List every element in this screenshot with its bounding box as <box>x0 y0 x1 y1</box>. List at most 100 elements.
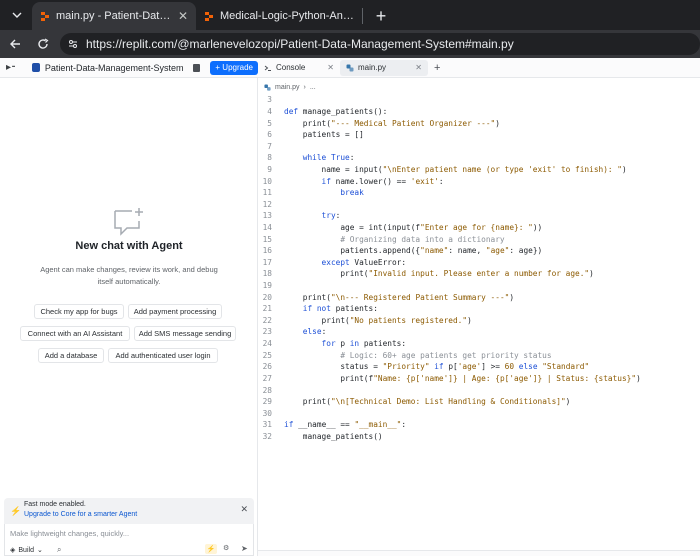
breadcrumb-file[interactable]: main.py <box>275 84 300 91</box>
tab-console[interactable]: Console ✕ <box>258 60 340 76</box>
python-icon <box>346 64 354 71</box>
screen: main.py - Patient-Data-Manageme ✕ Medica… <box>0 0 700 556</box>
stop-icon[interactable] <box>193 63 201 72</box>
attach-icon[interactable]: ⌕ <box>57 545 61 555</box>
code-line: 12 <box>262 199 272 209</box>
replit-favicon-icon <box>205 12 213 21</box>
breadcrumb-separator: › <box>303 83 306 91</box>
back-button[interactable] <box>2 31 28 57</box>
chat-title: New chat with Agent <box>75 240 183 252</box>
browser-toolbar: https://replit.com/@marlenevelozopi/Pati… <box>0 30 700 58</box>
code-line: 20 print("\n--- Registered Patient Summa… <box>262 292 515 302</box>
editor-status-bar <box>258 550 700 556</box>
code-line: 25 # Logic: 60+ age patients get priorit… <box>262 350 552 360</box>
tab-search-button[interactable] <box>4 2 30 28</box>
replit-favicon-icon <box>41 12 49 21</box>
code-line: 24 for p in patients: <box>262 339 407 349</box>
upgrade-button[interactable]: + Upgrade <box>210 60 258 75</box>
new-tab-button[interactable]: + <box>369 4 393 28</box>
browser-tab-title: Medical-Logic-Python-Analysis - R <box>220 10 354 22</box>
build-icon: ◈ <box>10 547 16 554</box>
code-line: 7 <box>267 141 272 151</box>
panel-tabs: Console ✕ main.py ✕ + <box>258 58 700 78</box>
upgrade-link[interactable]: Upgrade to Core for a smarter Agent <box>24 511 137 518</box>
browser-tab-strip: main.py - Patient-Data-Manageme ✕ Medica… <box>0 0 700 30</box>
reload-icon <box>38 38 49 49</box>
code-line: 13 try: <box>262 211 341 221</box>
code-line: 31 if __name__ == "__main__": <box>262 420 407 430</box>
console-icon <box>264 65 271 71</box>
project-icon <box>32 63 40 72</box>
code-line: 3 <box>267 95 272 105</box>
code-line: 22 print("No patients registered.") <box>262 315 472 325</box>
code-line: 18 print("Invalid input. Please enter a … <box>262 269 594 279</box>
project-name[interactable]: Patient-Data-Management-System <box>45 63 184 73</box>
settings-icon[interactable]: ⚙ <box>223 544 229 552</box>
breadcrumb: main.py › ... <box>258 80 316 94</box>
code-line: 26 status = "Priority" if p['age'] >= 60… <box>262 362 590 372</box>
code-line: 19 <box>262 281 272 291</box>
code-line: 32 manage_patients() <box>262 431 383 441</box>
code-editor[interactable]: main.py › ... 3 4 def manage_patients(): … <box>258 78 700 556</box>
tab-label: main.py <box>358 63 387 72</box>
arrow-left-icon <box>10 39 20 49</box>
send-icon[interactable]: ➤ <box>241 544 248 553</box>
lightning-icon: ⚡ <box>10 506 22 516</box>
code-lines: 3 4 def manage_patients(): 5 print("--- M… <box>258 94 700 442</box>
code-line: 8 while True: <box>267 153 355 163</box>
code-line: 27 print(f "Name: {p['name']} | Age: {p['… <box>262 373 641 383</box>
mode-selector[interactable]: ◈ Build ⌄ <box>10 546 43 555</box>
add-tab-button[interactable]: + <box>434 62 440 74</box>
code-line: 21 if not patients: <box>262 304 378 314</box>
reload-button[interactable] <box>30 31 56 57</box>
url-text: https://replit.com/@marlenevelozopi/Pati… <box>86 37 514 51</box>
code-line: 6 patients = [] <box>267 130 364 140</box>
site-info-icon[interactable] <box>68 39 78 49</box>
code-line: 28 <box>262 385 272 395</box>
code-line: 5 print("--- Medical Patient Organizer -… <box>267 118 500 128</box>
browser-tab-main[interactable]: main.py - Patient-Data-Manageme ✕ <box>32 2 196 30</box>
close-tab-icon[interactable]: ✕ <box>178 9 188 23</box>
code-line: 14 age = int(input(f "Enter age for {name… <box>262 223 543 232</box>
address-bar[interactable]: https://replit.com/@marlenevelozopi/Pati… <box>60 33 700 55</box>
fast-mode-banner: ⚡ Fast mode enabled. Upgrade to Core for… <box>4 498 254 524</box>
chevron-down-icon: ⌄ <box>36 547 43 554</box>
mode-label: Build <box>18 546 34 554</box>
chevron-down-icon <box>12 12 22 18</box>
suggestion-payment[interactable]: Add payment processing <box>128 304 222 319</box>
chat-input-box: ◈ Build ⌄ ⌕ ⚡ ⚙ ➤ <box>4 524 254 556</box>
chat-prompt-input[interactable] <box>10 527 246 539</box>
suggestion-auth-login[interactable]: Add authenticated user login <box>108 348 218 363</box>
new-chat-icon <box>114 208 143 236</box>
workspace-header: ▸⁃ Patient-Data-Management-System + Upgr… <box>0 58 258 78</box>
code-line: 10 if name.lower() == 'exit': <box>262 176 444 186</box>
tab-label: Console <box>276 63 306 72</box>
code-line: 17 except ValueError: <box>262 257 407 267</box>
fast-mode-toggle-icon[interactable]: ⚡ <box>205 544 217 554</box>
close-tab-icon[interactable]: ✕ <box>415 63 422 72</box>
tab-main-py[interactable]: main.py ✕ <box>340 59 428 76</box>
browser-tab-analysis[interactable]: Medical-Logic-Python-Analysis - R <box>196 2 362 30</box>
code-line: 16 patients.append({"name": name, "age":… <box>262 246 543 256</box>
close-tab-icon[interactable]: ✕ <box>327 63 334 72</box>
code-line: 29 print("\n[Technical Demo: List Handli… <box>262 397 571 407</box>
chat-description: Agent can make changes, review its work,… <box>40 265 218 286</box>
code-line: 30 <box>262 408 272 418</box>
code-line: 23 else: <box>262 327 327 337</box>
code-line: 9 name = input("\nEnter patient name (or… <box>267 164 627 174</box>
browser-tab-title: main.py - Patient-Data-Manageme <box>56 10 172 22</box>
code-line: 11 break <box>262 188 364 198</box>
suggestion-sms[interactable]: Add SMS message sending <box>134 326 236 341</box>
suggestion-database[interactable]: Add a database <box>38 348 104 363</box>
agent-chat-pane: New chat with Agent Agent can make chang… <box>0 78 258 556</box>
close-icon[interactable]: ✕ <box>240 504 248 515</box>
suggestion-check-bugs[interactable]: Check my app for bugs <box>34 304 124 319</box>
fast-mode-title: Fast mode enabled. <box>24 501 86 508</box>
code-line: 4 def manage_patients(): <box>267 106 388 116</box>
python-icon <box>264 83 271 91</box>
breadcrumb-more[interactable]: ... <box>310 84 316 91</box>
suggestion-ai-assistant[interactable]: Connect with an AI Assistant <box>20 326 130 341</box>
sidebar-toggle-icon[interactable]: ▸⁃ <box>6 62 18 73</box>
code-line: 15 # Organizing data into a dictionary <box>262 234 505 244</box>
tab-divider <box>362 8 363 24</box>
